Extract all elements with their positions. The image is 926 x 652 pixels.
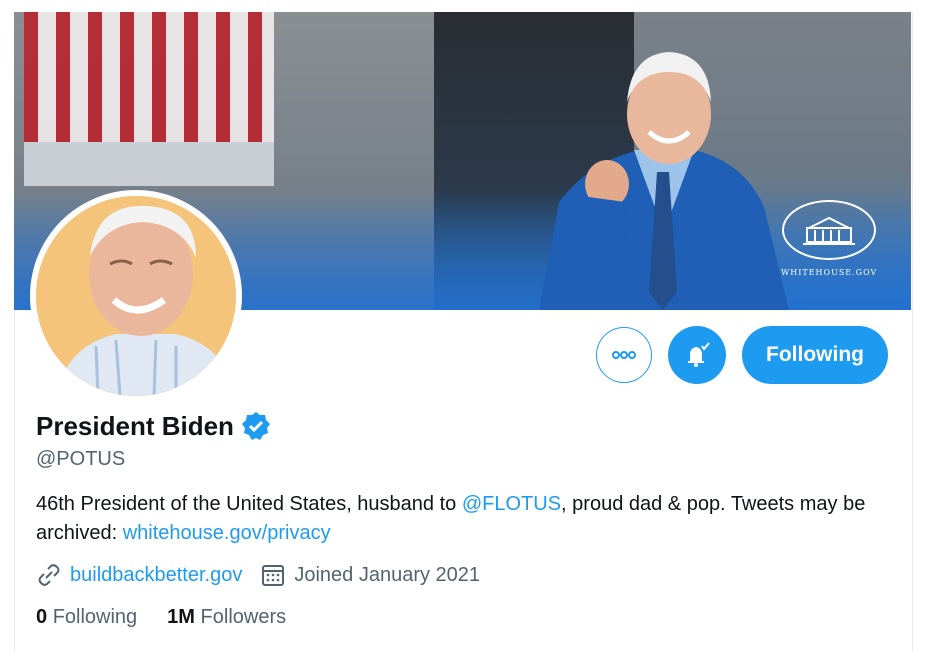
banner-flag [24, 12, 274, 142]
whitehouse-building-icon [782, 200, 876, 260]
followers-stat[interactable]: 1M Followers [167, 606, 286, 629]
bio-mention-link[interactable]: @FLOTUS [462, 493, 561, 515]
calendar-icon [262, 565, 285, 586]
following-label: Following [52, 606, 138, 628]
banner-flag-base [24, 142, 274, 186]
more-horizontal-icon [612, 351, 637, 359]
joined-item: Joined January 2021 [260, 562, 480, 588]
profile-bio: 46th President of the United States, hus… [36, 490, 896, 548]
profile-actions: Following [596, 326, 888, 384]
profile-handle: @POTUS [36, 448, 126, 470]
banner-person-image [539, 52, 789, 310]
followers-count: 1M [167, 606, 195, 628]
profile-name: President Biden [36, 410, 234, 441]
following-stat[interactable]: 0 Following [36, 606, 137, 629]
website-link[interactable]: buildbackbetter.gov [70, 564, 242, 587]
notification-bell-icon [688, 342, 710, 367]
profile-name-row: President Biden [36, 410, 272, 442]
website-item: buildbackbetter.gov [36, 562, 242, 588]
following-count: 0 [36, 606, 48, 628]
following-button[interactable]: Following [742, 326, 888, 384]
bio-text-1: 46th President of the United States, hus… [36, 493, 462, 515]
profile-stats: 0 Following 1M Followers [36, 606, 316, 629]
followers-label: Followers [200, 606, 287, 628]
avatar-photo [36, 196, 236, 396]
whitehouse-logo-text: WHITEHOUSE.GOV [781, 268, 878, 277]
profile-meta: buildbackbetter.gov Joined January 2021 [36, 562, 498, 588]
bio-privacy-link[interactable]: whitehouse.gov/privacy [123, 522, 331, 544]
whitehouse-logo: WHITEHOUSE.GOV [781, 200, 877, 277]
notifications-button[interactable] [668, 326, 727, 384]
joined-date: Joined January 2021 [294, 563, 481, 586]
avatar[interactable] [36, 196, 236, 396]
verified-badge-icon [241, 412, 270, 440]
more-options-button[interactable] [596, 327, 653, 383]
profile-avatar-frame[interactable] [30, 190, 242, 402]
link-icon [38, 564, 60, 586]
